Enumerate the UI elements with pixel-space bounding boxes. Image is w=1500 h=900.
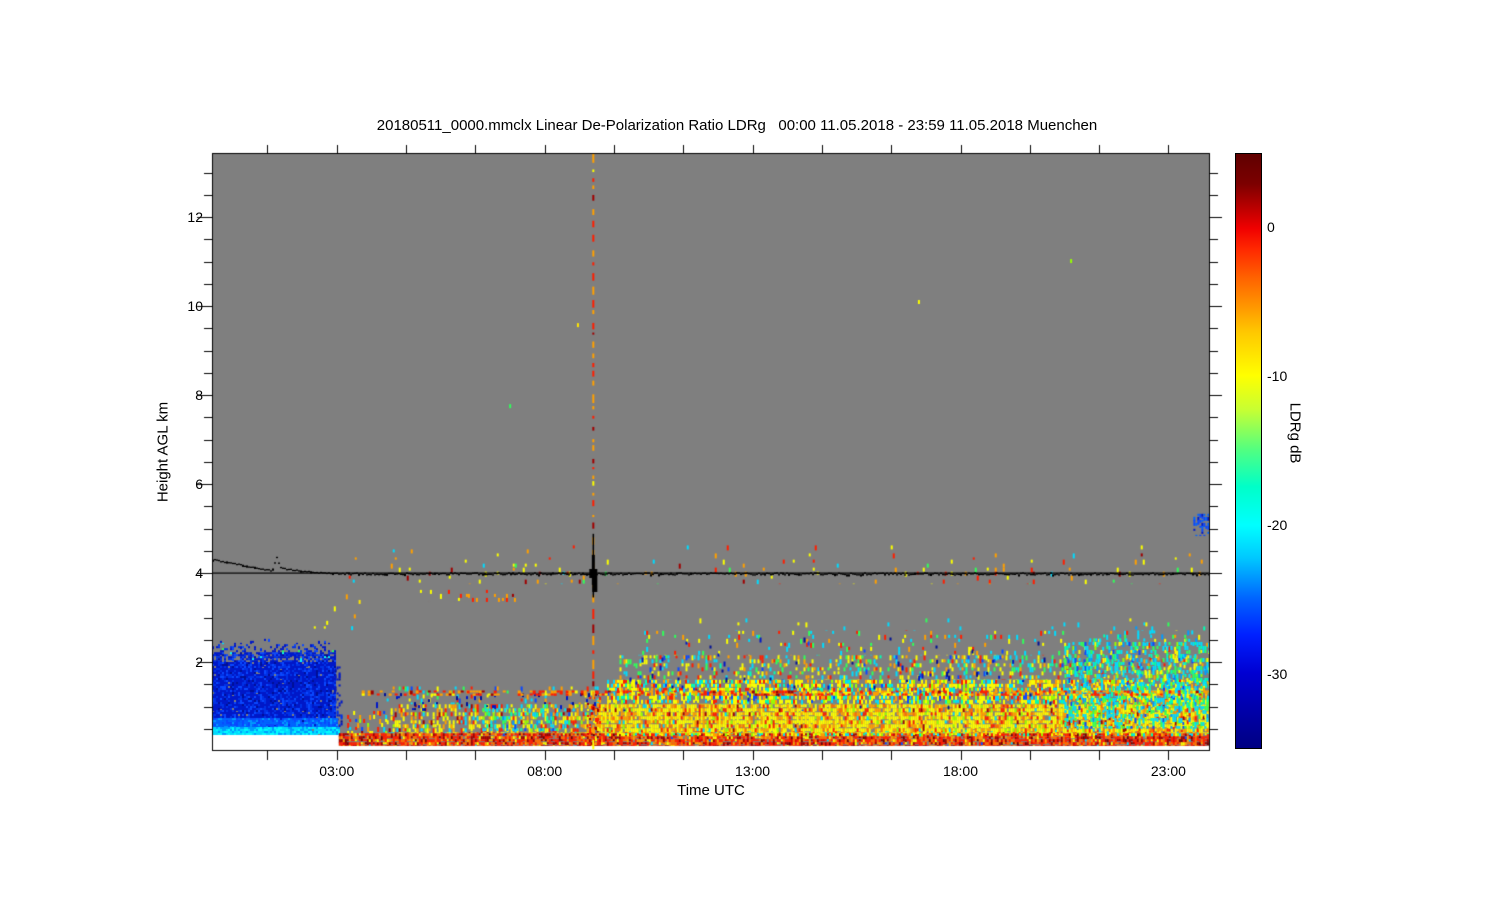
y-tick-label: 12 <box>187 209 203 225</box>
colorbar-tick-label: 0 <box>1267 219 1275 236</box>
colorbar-tick-label: -20 <box>1267 516 1288 533</box>
y-tick-label: 4 <box>195 565 203 581</box>
page-title: 20180511_0000.mmclx Linear De-Polarizati… <box>376 117 1098 134</box>
x-tick-label: 03:00 <box>319 763 355 779</box>
x-tick-label: 13:00 <box>735 763 771 779</box>
colorbar-label: LDRg dB <box>1286 402 1304 464</box>
colorbar-gradient <box>1235 153 1262 749</box>
radar-quicklook-figure: 20180511_0000.mmclx Linear De-Polarizati… <box>0 0 1500 900</box>
colorbar-tick-label: -10 <box>1267 368 1288 385</box>
y-tick-label: 8 <box>195 387 203 403</box>
x-axis-label: Time UTC <box>677 782 745 799</box>
y-tick-label: 10 <box>187 298 203 314</box>
y-tick-label: 2 <box>195 654 203 670</box>
x-tick-label: 08:00 <box>527 763 563 779</box>
colorbar-tick-label: -30 <box>1267 665 1288 682</box>
x-tick-label: 23:00 <box>1150 763 1186 779</box>
y-tick-label: 6 <box>195 476 203 492</box>
x-tick-label: 18:00 <box>942 763 979 779</box>
